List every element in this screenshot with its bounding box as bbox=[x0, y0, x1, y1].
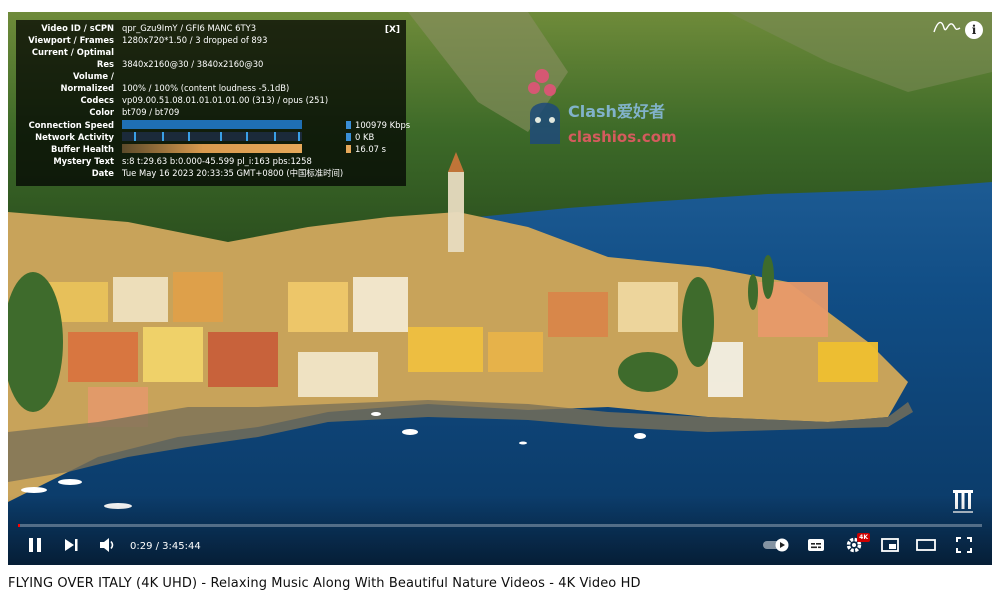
fullscreen-button[interactable] bbox=[952, 533, 976, 557]
stats-row: Normalized 100% / 100% (content loudness… bbox=[16, 83, 406, 95]
stats-value: vp09.00.51.08.01.01.01.01.00 (313) / opu… bbox=[122, 95, 329, 105]
autoplay-toggle[interactable] bbox=[761, 533, 791, 557]
stats-row: Res 3840x2160@30 / 3840x2160@30 bbox=[16, 59, 406, 71]
stats-row: Current / Optimal bbox=[16, 47, 406, 59]
connection-speed-row: Connection Speed 100979 Kbps bbox=[16, 120, 410, 132]
stats-row: Viewport / Frames 1280x720*1.50 / 3 drop… bbox=[16, 35, 406, 47]
stats-value: 1280x720*1.50 / 3 dropped of 893 bbox=[122, 35, 268, 45]
stats-row: Mystery Text s:8 t:29.63 b:0.000-45.599 … bbox=[16, 156, 406, 168]
watermark-url: clashios.com bbox=[568, 128, 677, 146]
theater-mode-button[interactable] bbox=[914, 533, 938, 557]
settings-button[interactable]: 4K bbox=[842, 533, 870, 557]
legend-swatch bbox=[346, 121, 351, 129]
stats-label: Color bbox=[89, 107, 114, 117]
stats-value: 3840x2160@30 / 3840x2160@30 bbox=[122, 59, 264, 69]
stats-label: Connection Speed bbox=[28, 120, 114, 130]
skip-next-icon bbox=[65, 539, 78, 551]
pause-button[interactable] bbox=[24, 533, 46, 557]
connection-speed-graph bbox=[122, 120, 302, 129]
stats-label: Res bbox=[96, 59, 114, 69]
network-activity-value: 0 KB bbox=[355, 132, 375, 142]
stats-label: Volume / bbox=[73, 71, 114, 81]
stats-label: Mystery Text bbox=[53, 156, 114, 166]
stats-row: Video ID / sCPN qpr_Gzu9ImY / GFI6 MANC … bbox=[16, 23, 406, 35]
stats-label: Video ID / sCPN bbox=[41, 23, 114, 33]
subtitles-button[interactable] bbox=[804, 533, 828, 557]
stats-value: qpr_Gzu9ImY / GFI6 MANC 6TY3 bbox=[122, 23, 257, 33]
stats-label: Normalized bbox=[60, 83, 114, 93]
captions-icon bbox=[808, 539, 824, 551]
stats-row: Codecs vp09.00.51.08.01.01.01.01.00 (313… bbox=[16, 95, 406, 107]
stats-label: Current / Optimal bbox=[31, 47, 114, 57]
next-button[interactable] bbox=[60, 533, 82, 557]
miniplayer-button[interactable] bbox=[878, 533, 902, 557]
stats-row: Color bt709 / bt709 bbox=[16, 107, 406, 119]
fullscreen-icon bbox=[956, 537, 972, 553]
stats-label: Buffer Health bbox=[50, 144, 114, 154]
time-display: 0:29 / 3:45:44 bbox=[130, 541, 201, 552]
signature-logo bbox=[933, 21, 961, 33]
autoplay-toggle-icon bbox=[763, 538, 789, 552]
stats-value: Tue May 16 2023 20:33:35 GMT+0800 (中国标准时… bbox=[122, 168, 344, 178]
buffer-health-value: 16.07 s bbox=[355, 144, 387, 154]
buffer-health-row: Buffer Health 16.07 s bbox=[16, 144, 406, 156]
stats-value: s:8 t:29.63 b:0.000-45.599 pl_i:163 pbs:… bbox=[122, 156, 312, 166]
theater-mode-icon bbox=[916, 539, 936, 551]
stats-label: Date bbox=[91, 168, 114, 178]
stats-label: Viewport / Frames bbox=[28, 35, 114, 45]
watermark-title: Clash爱好者 bbox=[568, 102, 665, 121]
network-activity-row: Network Activity 0 KB bbox=[16, 132, 406, 144]
quality-badge: 4K bbox=[857, 533, 870, 542]
video-player[interactable]: [X] Video ID / sCPN qpr_Gzu9ImY / GFI6 M… bbox=[8, 12, 992, 565]
buffer-health-graph bbox=[122, 144, 302, 153]
stats-value: 100% / 100% (content loudness -5.1dB) bbox=[122, 83, 290, 93]
progress-played bbox=[18, 524, 21, 527]
volume-icon bbox=[100, 538, 114, 552]
video-title: FLYING OVER ITALY (4K UHD) - Relaxing Mu… bbox=[8, 576, 641, 591]
stats-row: Date Tue May 16 2023 20:33:35 GMT+0800 (… bbox=[16, 168, 406, 180]
volume-button[interactable] bbox=[96, 533, 120, 557]
info-icon[interactable]: i bbox=[965, 21, 983, 39]
stats-row: Volume / bbox=[16, 71, 406, 83]
pause-icon bbox=[29, 538, 41, 552]
network-activity-graph bbox=[122, 132, 302, 141]
legend-swatch bbox=[346, 133, 351, 141]
miniplayer-icon bbox=[881, 538, 899, 552]
stats-value: bt709 / bt709 bbox=[122, 107, 180, 117]
connection-speed-value: 100979 Kbps bbox=[355, 120, 411, 130]
legend-swatch bbox=[346, 145, 351, 153]
stats-label: Codecs bbox=[80, 95, 114, 105]
progress-bar[interactable] bbox=[18, 524, 982, 527]
stats-for-nerds-panel: [X] Video ID / sCPN qpr_Gzu9ImY / GFI6 M… bbox=[16, 20, 410, 186]
stats-label: Network Activity bbox=[35, 132, 114, 142]
